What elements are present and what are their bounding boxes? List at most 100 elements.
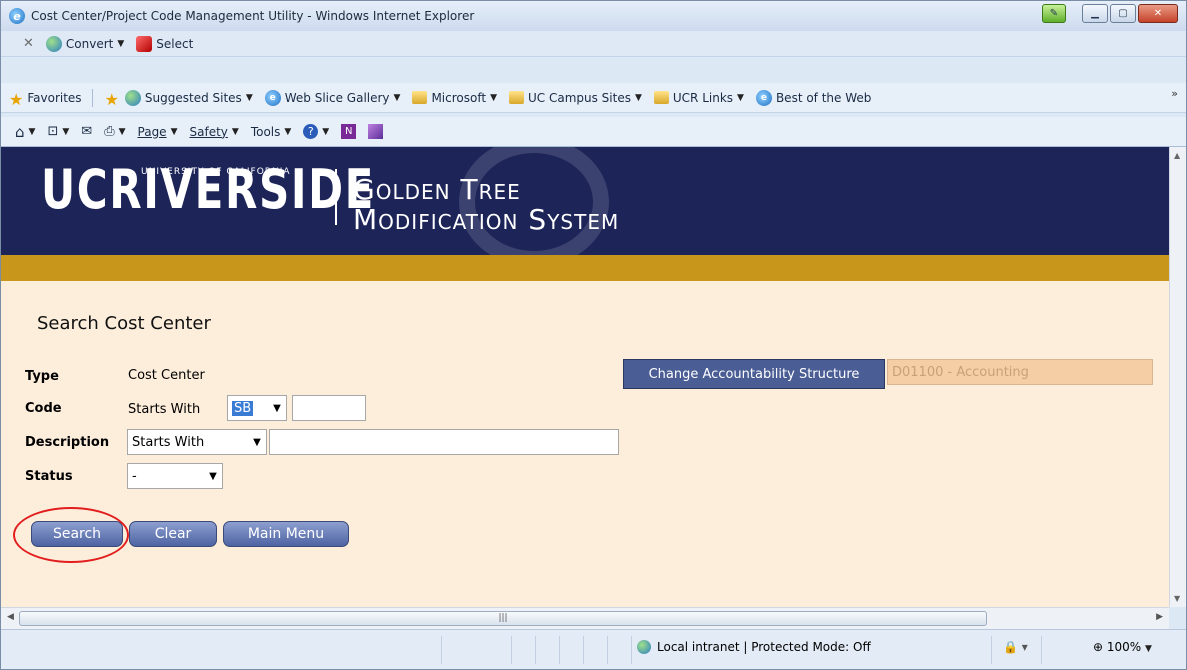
research-icon [368,124,384,139]
change-accountability-structure-button[interactable]: Change Accountability Structure [623,359,885,389]
code-prefix-select[interactable]: SB ▼ [227,395,287,421]
chevron-down-icon: ▼ [273,402,281,414]
code-input[interactable] [292,395,366,421]
scroll-left-icon[interactable]: ◀ [7,612,14,622]
separator [91,88,93,107]
app-title: Golden Tree Modification System [353,173,620,236]
status-bar: Local intranet | Protected Mode: Off 🔒 ▾… [1,629,1186,669]
scroll-right-icon[interactable]: ▶ [1156,612,1163,622]
chevron-down-icon: ▼ [170,126,178,137]
onenote-button[interactable]: N [341,124,357,139]
rss-icon: ⊡ [47,124,59,139]
status-divider [631,636,632,664]
type-label: Type [25,369,59,384]
favorite-web-slice-gallery[interactable]: e Web Slice Gallery ▼ [264,89,400,106]
research-button[interactable] [368,124,384,139]
chevron-down-icon: ▼ [28,126,36,137]
print-button[interactable]: ⎙ ▼ [104,124,125,139]
scroll-down-icon[interactable]: ▼ [1174,594,1180,603]
safety-menu[interactable]: Safety ▼ [190,125,239,139]
clear-button[interactable]: Clear [129,521,217,547]
chevron-down-icon: ▼ [117,38,125,49]
convert-button[interactable]: Convert ▼ [45,35,125,52]
status-select[interactable]: - ▼ [127,463,223,489]
pdf-select-icon [136,35,153,52]
chevron-down-icon: ▼ [245,92,253,103]
favorite-best-of-the-web[interactable]: e Best of the Web [755,89,871,106]
ucr-logo: UCRIVERSIDE [41,158,375,221]
status-divider [607,636,608,664]
tools-menu[interactable]: Tools ▼ [251,125,291,139]
status-divider [511,636,512,664]
chevron-down-icon: ▼ [231,126,239,137]
more-chevron-icon[interactable]: » [1171,87,1178,100]
description-mode-select[interactable]: Starts With ▼ [127,429,267,455]
horizontal-scrollbar[interactable]: ◀ ||| ▶ [1,607,1169,629]
folder-icon [412,91,428,104]
main-menu-button[interactable]: Main Menu [223,521,349,547]
status-divider [559,636,560,664]
code-mode: Starts With [128,402,201,417]
status-divider [991,636,992,664]
chevron-down-icon: ▼ [634,92,642,103]
window-controls: ✎ ▁ ▢ ✕ [1042,4,1178,23]
mail-icon: ✉ [81,124,93,139]
chevron-down-icon: ▼ [490,92,497,103]
minimize-button[interactable]: ▁ [1082,4,1108,23]
browser-window: e Cost Center/Project Code Management Ut… [0,0,1187,670]
close-toolbar-icon[interactable]: ✕ [23,36,34,51]
status-divider [1041,636,1042,664]
home-icon: ⌂ [15,122,25,141]
ie-icon: e [9,8,25,24]
chevron-down-icon: ▼ [322,126,330,137]
description-label: Description [25,435,110,450]
chevron-down-icon: ▼ [737,92,744,103]
gold-bar [1,255,1169,281]
feeds-button[interactable]: ⊡ ▼ [47,124,69,139]
star-icon: ★ [9,89,24,109]
protected-mode-icon[interactable]: 🔒 ▾ [1003,640,1028,654]
select-button[interactable]: Select [136,35,193,52]
ie-page-icon: e [264,89,281,106]
vertical-scrollbar[interactable]: ▲ ▼ [1169,147,1186,607]
chevron-down-icon: ▼ [118,126,126,137]
favorite-microsoft[interactable]: Microsoft ▼ [412,91,497,105]
globe-icon [124,89,141,106]
folder-icon [653,91,669,104]
help-button[interactable]: ? ▼ [303,124,329,139]
zoom-control[interactable]: ⊕ 100% ▼ [1093,640,1152,654]
favorite-uc-campus-sites[interactable]: UC Campus Sites ▼ [508,91,642,105]
chevron-down-icon: ▼ [253,436,261,448]
favorite-suggested-sites[interactable]: Suggested Sites ▼ [124,89,253,106]
home-button[interactable]: ⌂ ▼ [15,123,35,141]
ie-page-icon: e [755,89,772,106]
type-value: Cost Center [128,368,205,383]
window-title: Cost Center/Project Code Management Util… [31,9,475,23]
maximize-button[interactable]: ▢ [1110,4,1136,23]
intranet-icon [637,640,651,654]
description-input[interactable] [269,429,619,455]
page-menu[interactable]: Page ▼ [138,125,178,139]
status-label: Status [25,469,73,484]
status-divider [535,636,536,664]
security-zone[interactable]: Local intranet | Protected Mode: Off [637,640,871,654]
title-bar: e Cost Center/Project Code Management Ut… [1,1,1186,31]
help-icon: ? [303,124,319,139]
onenote-icon: N [341,124,357,139]
chevron-down-icon: ▼ [209,470,217,482]
page-viewport: UNIVERSITY OF CALIFORNIA UCRIVERSIDE Gol… [1,147,1169,607]
mail-button[interactable]: ✉ [81,124,92,139]
favorites-button[interactable]: ★ Favorites [9,89,82,109]
accountability-structure-field: D01100 - Accounting [887,359,1153,385]
logo-divider [335,169,337,225]
favorite-ucr-links[interactable]: UCR Links ▼ [653,91,744,105]
close-button[interactable]: ✕ [1138,4,1178,23]
scroll-up-icon[interactable]: ▲ [1174,151,1180,160]
page-title: Search Cost Center [37,313,211,334]
convert-icon [45,35,62,52]
favorites-bar: ★ Favorites ★ Suggested Sites ▼ e Web Sli… [1,83,1186,113]
edit-icon[interactable]: ✎ [1042,4,1066,23]
scroll-thumb[interactable]: ||| [19,611,987,626]
add-favorite-icon[interactable]: ★ [105,90,119,109]
ucr-banner: UNIVERSITY OF CALIFORNIA UCRIVERSIDE Gol… [1,147,1169,255]
